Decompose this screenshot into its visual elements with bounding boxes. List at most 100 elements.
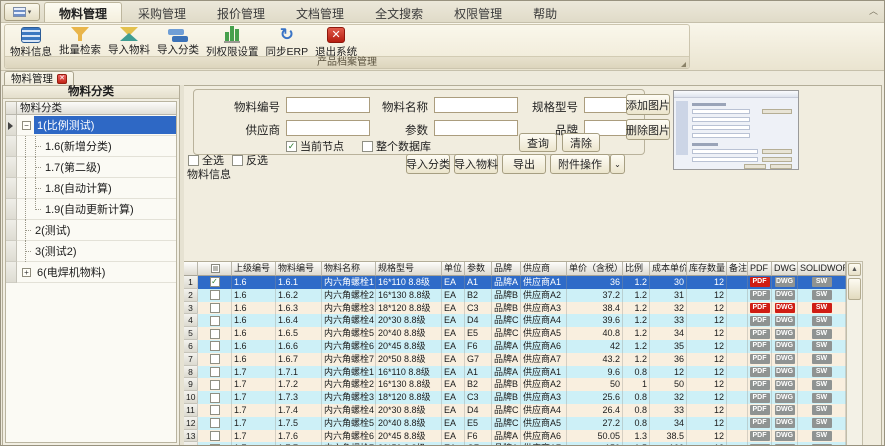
cell-sw[interactable]: SW xyxy=(798,340,846,353)
column-header-pdf[interactable]: PDF xyxy=(748,262,772,276)
cell-dwg[interactable]: DWG xyxy=(772,442,798,446)
current-node-checkbox[interactable]: ✓ 当前节点 xyxy=(286,138,344,154)
tree-row-header[interactable] xyxy=(6,157,17,178)
row-checkbox[interactable]: ✓ xyxy=(210,277,220,287)
column-header-brand[interactable]: 品牌 xyxy=(492,262,521,276)
cell-dwg[interactable]: DWG xyxy=(772,378,798,391)
app-menu-button[interactable]: ▾ xyxy=(4,3,40,21)
row-checkbox[interactable] xyxy=(210,354,220,364)
cell-pdf[interactable]: PDF xyxy=(748,430,772,443)
cell-dwg[interactable]: DWG xyxy=(772,314,798,327)
export-button[interactable]: 导出 xyxy=(502,154,546,174)
cell-cb[interactable] xyxy=(198,314,232,327)
dwg-badge[interactable]: DWG xyxy=(775,316,795,326)
pdf-badge[interactable]: PDF xyxy=(750,367,770,377)
table-row[interactable]: 101.71.7.3内六角螺栓318*120 8.8级EAC3品牌B供应商A32… xyxy=(184,391,846,404)
cell-dwg[interactable]: DWG xyxy=(772,302,798,315)
category-tree-header[interactable]: 物料分类 xyxy=(6,102,176,115)
cell-pdf[interactable]: PDF xyxy=(748,366,772,379)
pdf-badge[interactable]: PDF xyxy=(750,316,770,326)
cell-cb[interactable] xyxy=(198,353,232,366)
tab-purchase-mgmt[interactable]: 采购管理 xyxy=(123,2,201,22)
cell-dwg[interactable]: DWG xyxy=(772,353,798,366)
delete-image-button[interactable]: 删除图片 xyxy=(626,119,670,140)
cell-dwg[interactable]: DWG xyxy=(772,327,798,340)
tree-node-label[interactable]: 1.9(自动更新计算) xyxy=(42,200,137,218)
expand-icon[interactable]: + xyxy=(22,268,31,277)
dwg-badge[interactable]: DWG xyxy=(775,431,795,441)
tree-row-header[interactable] xyxy=(6,241,17,262)
pdf-badge[interactable]: PDF xyxy=(750,290,770,300)
cell-sw[interactable]: SW xyxy=(798,417,846,430)
cell-pdf[interactable]: PDF xyxy=(748,417,772,430)
pdf-badge[interactable]: PDF xyxy=(750,329,770,339)
row-checkbox[interactable] xyxy=(210,418,220,428)
cell-pdf[interactable]: PDF xyxy=(748,289,772,302)
cell-pdf[interactable]: PDF xyxy=(748,404,772,417)
pdf-badge[interactable]: PDF xyxy=(750,405,770,415)
sw-badge[interactable]: SW xyxy=(812,316,832,326)
cell-sw[interactable]: SW xyxy=(798,442,846,446)
table-row[interactable]: 31.61.6.3内六角螺栓318*120 8.8级EAC3品牌B供应商A338… xyxy=(184,302,846,315)
table-row[interactable]: 41.61.6.4内六角螺栓420*30 8.8级EAD4品牌C供应商A439.… xyxy=(184,314,846,327)
column-header-cb[interactable] xyxy=(198,262,232,276)
row-checkbox[interactable] xyxy=(210,290,220,300)
table-row[interactable]: 121.71.7.5内六角螺栓520*40 8.8级EAE5品牌C供应商A527… xyxy=(184,417,846,430)
sw-badge[interactable]: SW xyxy=(812,329,832,339)
cell-sw[interactable]: SW xyxy=(798,327,846,340)
cell-sw[interactable]: SW xyxy=(798,378,846,391)
row-checkbox[interactable] xyxy=(210,341,220,351)
tree-node-label[interactable]: 3(测试2) xyxy=(32,242,80,260)
dwg-badge[interactable]: DWG xyxy=(775,277,795,287)
header-checkbox-icon[interactable] xyxy=(211,264,220,273)
column-header-code[interactable]: 物料编号 xyxy=(276,262,322,276)
dwg-badge[interactable]: DWG xyxy=(775,367,795,377)
add-image-button[interactable]: 添加图片 xyxy=(626,94,670,115)
cell-sw[interactable]: SW xyxy=(798,314,846,327)
column-header-name[interactable]: 物料名称 xyxy=(322,262,376,276)
table-row[interactable]: 91.71.7.2内六角螺栓216*130 8.8级EAB2品牌B供应商A250… xyxy=(184,378,846,391)
whole-db-checkbox[interactable]: 整个数据库 xyxy=(362,138,431,154)
row-checkbox[interactable] xyxy=(210,303,220,313)
cell-cb[interactable] xyxy=(198,404,232,417)
supplier-input[interactable] xyxy=(286,120,370,136)
cell-pdf[interactable]: PDF xyxy=(748,391,772,404)
tool-column-permission[interactable]: 列权限设置 xyxy=(203,26,262,57)
tree-node[interactable]: 1.6(新增分类) xyxy=(17,136,176,157)
tree-node[interactable]: 1.9(自动更新计算) xyxy=(17,199,176,220)
cell-dwg[interactable]: DWG xyxy=(772,430,798,443)
row-checkbox[interactable] xyxy=(210,393,220,403)
cell-sw[interactable]: SW xyxy=(798,289,846,302)
sw-badge[interactable]: SW xyxy=(812,341,832,351)
tree-node-label[interactable]: 6(电焊机物料) xyxy=(34,263,108,281)
dwg-badge[interactable]: DWG xyxy=(775,418,795,428)
column-header-num[interactable] xyxy=(184,262,198,276)
pdf-badge[interactable]: PDF xyxy=(750,354,770,364)
cell-sw[interactable]: SW xyxy=(798,404,846,417)
sw-badge[interactable]: SW xyxy=(812,354,832,364)
column-header-param[interactable]: 参数 xyxy=(465,262,492,276)
cell-pdf[interactable]: PDF xyxy=(748,442,772,446)
cell-cb[interactable] xyxy=(198,302,232,315)
material-code-input[interactable] xyxy=(286,97,370,113)
sw-badge[interactable]: SW xyxy=(812,367,832,377)
tab-quote-mgmt[interactable]: 报价管理 xyxy=(202,2,280,22)
row-checkbox[interactable] xyxy=(210,380,220,390)
param-input[interactable] xyxy=(434,120,518,136)
column-header-parent[interactable]: 上级编号 xyxy=(232,262,276,276)
row-checkbox[interactable] xyxy=(210,316,220,326)
table-vertical-scrollbar[interactable]: ▲ ▼ xyxy=(846,261,863,446)
tool-import-category[interactable]: 导入分类 xyxy=(154,26,202,57)
pdf-badge[interactable]: PDF xyxy=(750,277,770,287)
cell-sw[interactable]: SW xyxy=(798,353,846,366)
tree-node[interactable]: −1(比例测试) xyxy=(17,115,176,136)
cell-dwg[interactable]: DWG xyxy=(772,289,798,302)
query-button[interactable]: 查询 xyxy=(519,133,557,152)
cell-pdf[interactable]: PDF xyxy=(748,353,772,366)
tab-help[interactable]: 帮助 xyxy=(518,2,572,22)
pdf-badge[interactable]: PDF xyxy=(750,380,770,390)
tree-row-header[interactable] xyxy=(6,115,17,136)
tree-row-header[interactable] xyxy=(6,220,17,241)
clear-button[interactable]: 清除 xyxy=(562,133,600,152)
cell-pdf[interactable]: PDF xyxy=(748,327,772,340)
